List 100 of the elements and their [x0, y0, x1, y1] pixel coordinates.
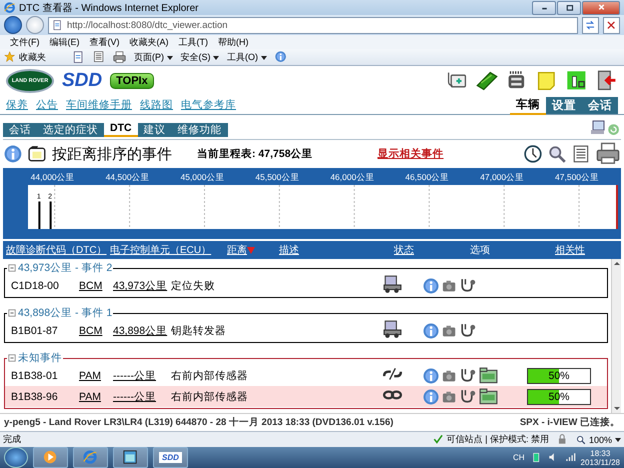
column-header[interactable]: 相关性 [555, 243, 615, 257]
dtc-row[interactable]: C1D18-00 BCM 43,973公里 定位失败 [5, 275, 607, 296]
forward-button[interactable] [26, 16, 44, 34]
camera-icon[interactable] [442, 368, 457, 384]
list-icon[interactable] [93, 51, 105, 63]
camera-icon[interactable] [442, 278, 457, 294]
tick-label: 45,500公里 [255, 172, 300, 182]
dtc-code: B1B38-96 [11, 391, 59, 403]
close-button[interactable] [582, 0, 620, 14]
tick-label: 47,500公里 [555, 172, 600, 182]
event-bar[interactable] [38, 202, 40, 229]
related-events-link[interactable]: 显示相关事件 [378, 147, 444, 161]
info-icon[interactable] [423, 368, 440, 384]
dtc-row[interactable]: B1B38-01 PAM ------公里 右前内部传感器 50% [5, 365, 607, 386]
nav-link[interactable]: 线路图 [140, 98, 173, 112]
tick-label: 47,000公里 [480, 172, 524, 182]
command-menu[interactable]: 工具(O) [227, 50, 267, 64]
info-icon[interactable] [423, 278, 440, 294]
back-button[interactable] [4, 16, 22, 34]
top-tab[interactable]: 车辆 [510, 96, 546, 114]
column-header[interactable]: 距离 [227, 243, 279, 257]
distance-link[interactable]: ------公里 [113, 369, 156, 383]
menu-item[interactable]: 编辑(E) [50, 36, 80, 48]
menu-item[interactable]: 工具(T) [178, 36, 208, 48]
description: 右前内部传感器 [171, 369, 249, 383]
ecu-link[interactable]: BCM [79, 280, 102, 292]
top-tab[interactable]: 设置 [546, 96, 582, 114]
printer-icon[interactable] [113, 50, 126, 64]
ecu-link[interactable]: PAM [79, 391, 101, 403]
zoom-icon [576, 434, 586, 444]
menu-item[interactable]: 收藏夹(A) [130, 36, 168, 48]
distance-link[interactable]: ------公里 [113, 390, 156, 404]
event-bar[interactable] [50, 202, 52, 229]
search-icon[interactable] [548, 144, 567, 164]
ecu-link[interactable]: PAM [79, 370, 101, 382]
tab[interactable]: 选定的症状 [37, 123, 104, 137]
distance-link[interactable]: 43,898公里 [113, 324, 168, 338]
page-icon[interactable] [72, 50, 85, 64]
stop-button[interactable] [603, 16, 620, 34]
info-icon[interactable] [274, 51, 287, 63]
nav-link[interactable]: 保养 [6, 98, 28, 112]
info-icon[interactable] [423, 388, 440, 406]
clock-icon[interactable] [524, 144, 543, 164]
menu-item[interactable]: 文件(F) [10, 36, 40, 48]
scrollbar[interactable] [611, 259, 621, 413]
column-header[interactable]: 电子控制单元（ECU） [106, 243, 227, 257]
lock-icon[interactable] [556, 434, 568, 445]
refresh-button[interactable] [582, 16, 599, 34]
info-icon[interactable] [423, 322, 440, 340]
folder-chart-icon[interactable] [479, 388, 498, 406]
start-button[interactable] [4, 447, 28, 468]
zoom-control[interactable]: 100% [576, 434, 621, 444]
close-icon [596, 3, 606, 12]
taskbar-button[interactable] [113, 447, 148, 468]
menu-item[interactable]: 查看(V) [90, 36, 120, 48]
address-field[interactable]: http://localhost:8080/dtc_viewer.action [48, 16, 578, 34]
nav-link[interactable]: 电气参考库 [181, 98, 236, 112]
tab[interactable]: 建议 [138, 123, 172, 137]
command-menu[interactable]: 安全(S) [180, 50, 220, 64]
status-panel-icon[interactable] [566, 70, 588, 92]
group-title[interactable]: 43,973公里 - 事件 2 [7, 261, 114, 275]
taskbar-button[interactable]: SDD [153, 447, 188, 468]
dtc-row[interactable]: B1B38-96 PAM ------公里 右前内部传感器 50% [5, 386, 607, 407]
exit-door-icon[interactable] [596, 70, 618, 92]
signal-icon[interactable] [564, 452, 576, 463]
column-header[interactable]: 描述 [279, 243, 394, 257]
camera-icon[interactable] [442, 324, 457, 338]
topix-button[interactable]: TOPIx [110, 73, 154, 89]
dtc-row[interactable]: B1B01-87 BCM 43,898公里 钥匙转发器 [5, 320, 607, 341]
list-icon[interactable] [572, 144, 591, 164]
description: 定位失败 [171, 279, 216, 293]
dtc-code: B1B38-01 [11, 370, 59, 382]
clock[interactable]: 18:33 2013/11/28 [580, 448, 620, 466]
collapse-icon[interactable] [8, 264, 16, 272]
printer-icon[interactable] [596, 142, 620, 166]
battery-icon[interactable] [530, 452, 542, 463]
menu-item[interactable]: 帮助(H) [218, 36, 248, 48]
command-menu[interactable]: 页面(P) [134, 50, 173, 64]
language-indicator[interactable]: CH [512, 453, 525, 462]
collapse-icon[interactable] [8, 354, 16, 362]
collapse-icon[interactable] [8, 309, 16, 317]
group-title[interactable]: 未知事件 [7, 351, 63, 365]
nav-link[interactable]: 车间维修手册 [66, 98, 132, 112]
column-header[interactable]: 状态 [394, 243, 470, 257]
tab[interactable]: 维修功能 [172, 123, 228, 137]
favorites-button[interactable]: 收藏夹 [4, 50, 46, 64]
tab[interactable]: DTC [104, 121, 138, 137]
computer-icon[interactable] [590, 120, 607, 137]
top-tab[interactable]: 会话 [582, 96, 618, 114]
camera-icon[interactable] [442, 390, 457, 404]
maximize-button[interactable] [557, 0, 581, 14]
group-title[interactable]: 43,898公里 - 事件 1 [7, 306, 114, 320]
ecu-link[interactable]: BCM [79, 325, 102, 337]
info-icon[interactable] [4, 144, 23, 164]
distance-link[interactable]: 43,973公里 [113, 279, 168, 293]
current-mileage-line [616, 185, 618, 229]
tab[interactable]: 会话 [3, 123, 37, 137]
folder-chart-icon[interactable] [479, 366, 498, 386]
nav-link[interactable]: 公告 [36, 98, 58, 112]
column-header[interactable]: 故障诊断代码（DTC） [3, 243, 106, 257]
